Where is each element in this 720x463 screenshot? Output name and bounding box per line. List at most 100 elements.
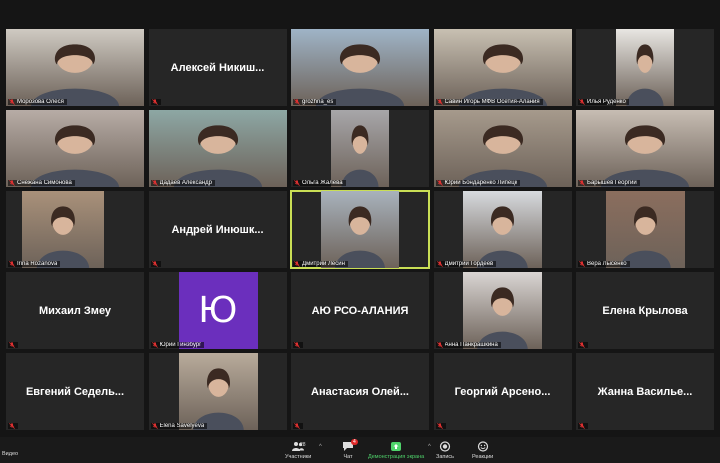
person-silhouette: [458, 44, 547, 106]
person-silhouette: [36, 206, 90, 268]
participant-label: [435, 423, 446, 429]
participant-label-name: Морозова Олеся: [17, 99, 64, 105]
participant-tile[interactable]: Вера Лысенко: [576, 191, 714, 268]
person-silhouette: [620, 206, 671, 268]
share-screen-label: Демонстрация экрана: [368, 454, 425, 460]
participant-video: [576, 110, 714, 187]
participant-tile[interactable]: Георгий Арсено...: [433, 353, 572, 430]
participant-name: Евгений Седель...: [25, 385, 125, 398]
participant-tile[interactable]: Irina Rozanova: [6, 191, 144, 268]
participant-label-name: Савин Игорь МФВ Осетия-Алания: [444, 99, 540, 105]
participants-button[interactable]: 28 Участники: [285, 441, 311, 460]
participant-label-name: Илья Руденко: [587, 99, 626, 105]
participant-video: [22, 191, 104, 268]
participant-label-name: Юрий Гинзбург: [159, 342, 202, 348]
mic-muted-icon: [436, 423, 443, 429]
person-silhouette: [173, 125, 262, 187]
participant-tile[interactable]: Жанна Василье...: [576, 353, 714, 430]
mic-muted-icon: [436, 180, 443, 186]
mic-muted-icon: [9, 261, 15, 267]
participant-label-name: Дмитрий Гордеев: [444, 261, 494, 267]
participant-label: Юрий Гинзбург: [150, 342, 205, 348]
person-silhouette: [458, 125, 547, 187]
participant-video: [6, 29, 144, 106]
reactions-button[interactable]: Реакции: [472, 441, 493, 460]
participant-label-name: Анна Панкрашкина: [444, 342, 498, 348]
participant-tile[interactable]: Алексей Никиш...: [148, 29, 287, 106]
participant-tile[interactable]: Барышев Георгий: [576, 110, 714, 187]
participant-video: [462, 191, 542, 268]
participant-tile[interactable]: Михаил Змеу: [6, 272, 144, 349]
mic-muted-icon: [9, 423, 15, 429]
mic-muted-icon: [579, 342, 585, 348]
participant-tile[interactable]: Снежана Симонова: [6, 110, 144, 187]
participant-label-name: Юрий Бондаренко Липецк: [444, 180, 518, 186]
record-button[interactable]: Запись: [436, 441, 454, 460]
share-options-chevron-up-icon[interactable]: ^: [428, 444, 431, 450]
person-silhouette: [192, 368, 244, 430]
participant-tile[interactable]: Дмитрий Лесин: [290, 190, 430, 269]
chat-unread-badge: 4: [351, 439, 358, 445]
participant-label: [8, 342, 18, 348]
share-screen-button[interactable]: Демонстрация экрана: [368, 441, 424, 460]
participant-tile[interactable]: Илья Руденко: [576, 29, 714, 106]
person-silhouette: [476, 287, 528, 349]
participant-name: Анастасия Олей...: [311, 385, 409, 398]
video-grid: Морозова Олеся Алексей Никиш... grozhna_es…: [6, 29, 714, 432]
participant-label: Irina Rozanova: [8, 261, 61, 267]
participants-options-chevron-up-icon[interactable]: ^: [319, 444, 322, 450]
participant-label-name: Elena Savelyeva: [159, 423, 205, 429]
record-label: Запись: [436, 454, 455, 460]
mic-muted-icon: [9, 180, 15, 186]
participant-video: [321, 191, 399, 268]
participant-video: [462, 272, 542, 349]
participant-tile[interactable]: Юрий Бондаренко Липецк: [433, 110, 572, 187]
mic-muted-icon: [9, 342, 15, 348]
participant-tile[interactable]: Дмитрий Гордеев: [433, 191, 572, 268]
participant-label: [150, 261, 161, 267]
mic-muted-icon: [151, 423, 158, 429]
mic-muted-icon: [151, 180, 158, 186]
participant-label: Анна Панкрашкина: [435, 342, 501, 348]
meeting-toolbar: Видео 28 Участники ^ 4 Чат Демонстрация …: [0, 437, 720, 463]
participant-label: [8, 423, 18, 429]
participant-label: Elena Savelyeva: [150, 423, 208, 429]
participant-label: Ольга Жалева: [293, 180, 346, 186]
mic-muted-icon: [579, 99, 585, 105]
participant-tile[interactable]: Елена Крылова: [576, 272, 714, 349]
participant-tile[interactable]: Ю Юрий Гинзбург: [148, 272, 287, 349]
participant-label: Барышев Георгий: [578, 180, 640, 186]
participant-label: grozhna_es: [293, 99, 337, 105]
mic-muted-icon: [294, 342, 300, 348]
participant-video: [433, 110, 572, 187]
video-button-label: Видео: [2, 451, 19, 457]
participant-label: Дмитрий Лесин: [293, 261, 348, 267]
participant-tile[interactable]: Морозова Олеся: [6, 29, 144, 106]
participant-video: [148, 110, 287, 187]
mic-muted-icon: [436, 342, 443, 348]
video-button[interactable]: Видео: [2, 451, 18, 457]
chat-button[interactable]: 4 Чат: [342, 439, 358, 460]
participant-tile[interactable]: Elena Savelyeva: [148, 353, 287, 430]
participant-tile[interactable]: Савин Игорь МФВ Осетия-Алания: [433, 29, 572, 106]
participant-label: [578, 342, 588, 348]
record-icon: [439, 441, 451, 452]
participant-name: Михаил Змеу: [38, 304, 112, 317]
participant-tile[interactable]: Анастасия Олей...: [291, 353, 429, 430]
participant-label-name: Ольга Жалева: [302, 180, 343, 186]
participant-video: [616, 29, 674, 106]
participant-tile[interactable]: Ольга Жалева: [291, 110, 429, 187]
participant-tile[interactable]: Дадаев Александр: [148, 110, 287, 187]
reactions-icon: [477, 441, 488, 452]
participant-tile[interactable]: Евгений Седель...: [6, 353, 144, 430]
participant-label-name: Irina Rozanova: [17, 261, 58, 267]
participant-tile[interactable]: Анна Панкрашкина: [433, 272, 572, 349]
participant-name: АЮ РСО-АЛАНИЯ: [311, 304, 409, 317]
participant-label: Савин Игорь МФВ Осетия-Алания: [435, 99, 543, 105]
participant-tile[interactable]: grozhna_es: [291, 29, 429, 106]
participant-tile[interactable]: АЮ РСО-АЛАНИЯ: [291, 272, 429, 349]
person-silhouette: [30, 125, 120, 187]
person-silhouette: [335, 206, 385, 268]
participant-label-name: Барышев Георгий: [587, 180, 637, 186]
participant-tile[interactable]: Андрей Инюшк...: [148, 191, 287, 268]
